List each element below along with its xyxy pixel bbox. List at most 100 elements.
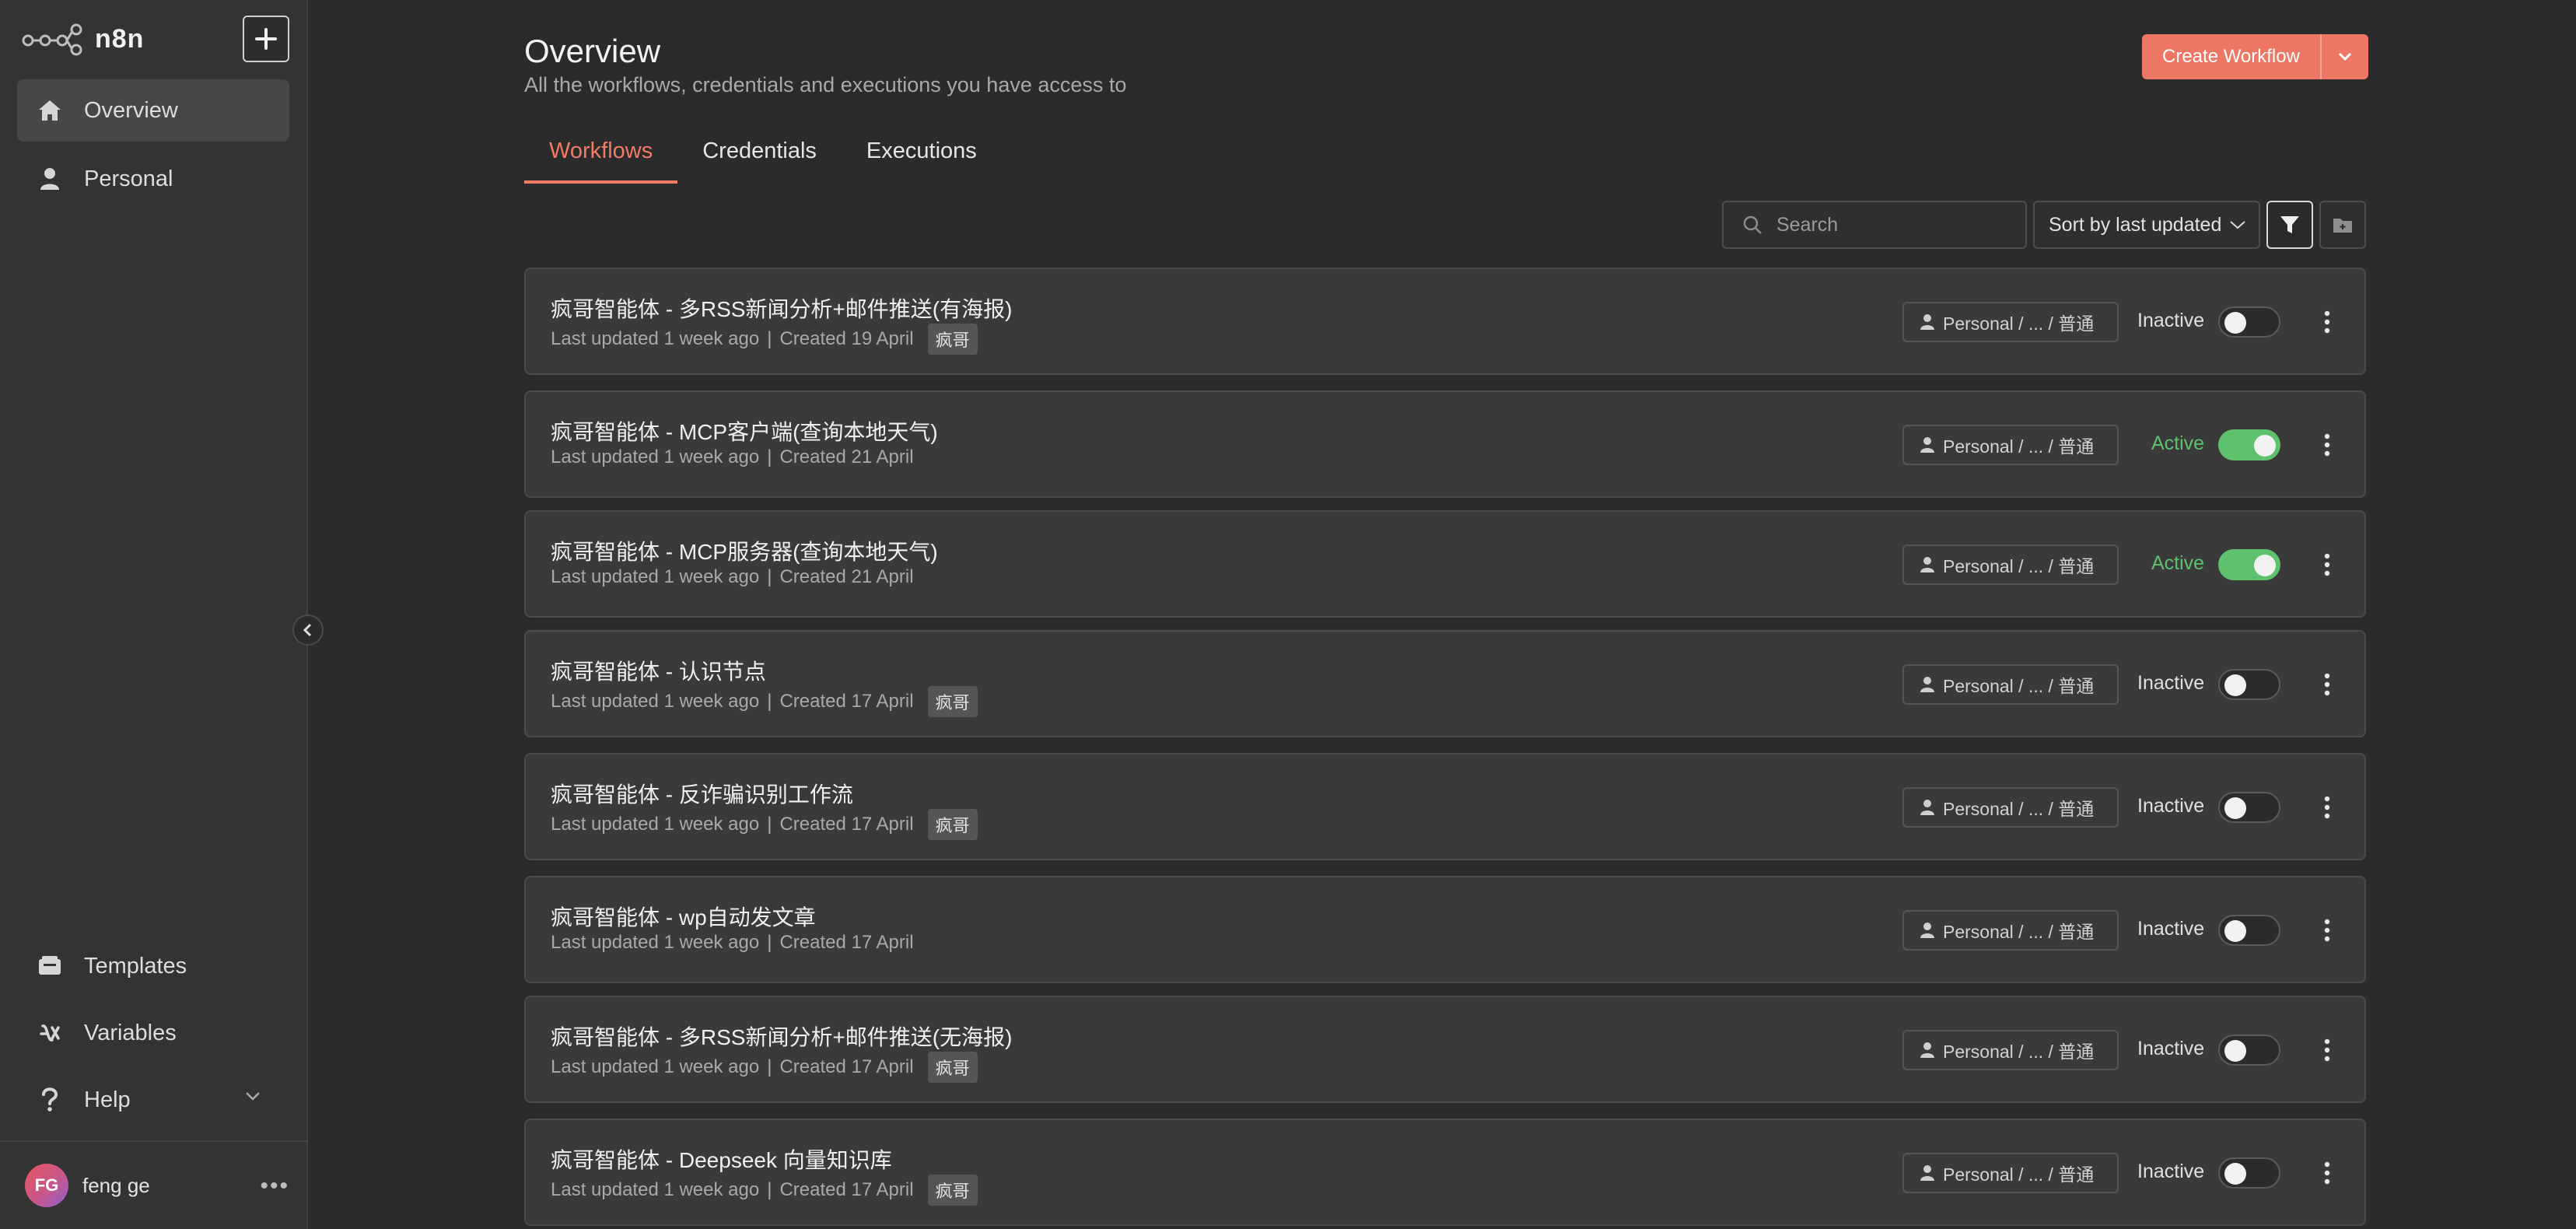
- workflow-owner-badge[interactable]: Personal / ... / 普通: [1902, 1153, 2119, 1193]
- user-icon: [1920, 437, 1934, 453]
- workflow-title[interactable]: 疯哥智能体 - MCP服务器(查询本地天气): [551, 535, 938, 566]
- sidebar-item-personal[interactable]: Personal: [17, 148, 289, 210]
- workflow-title[interactable]: 疯哥智能体 - 认识节点: [551, 655, 766, 686]
- tab-credentials[interactable]: Credentials: [677, 138, 842, 184]
- workflow-title[interactable]: 疯哥智能体 - 多RSS新闻分析+邮件推送(无海报): [551, 1021, 1012, 1052]
- workflow-owner-badge[interactable]: Personal / ... / 普通: [1902, 787, 2119, 828]
- workflow-active-toggle[interactable]: [2218, 429, 2280, 460]
- workflow-more-button[interactable]: [2312, 546, 2343, 583]
- toggle-knob: [2254, 555, 2276, 576]
- sidebar-item-templates[interactable]: Templates: [17, 935, 289, 997]
- workflow-owner-path: Personal / ... / 普通: [1943, 1164, 2095, 1185]
- workflow-updated: Last updated 1 week ago: [551, 566, 760, 587]
- sidebar-item-help[interactable]: Help: [17, 1069, 289, 1131]
- workflow-tag[interactable]: 疯哥: [927, 1052, 978, 1083]
- create-workflow-dropdown-button[interactable]: [2321, 34, 2368, 79]
- meta-separator: |: [767, 566, 772, 587]
- workflow-tag[interactable]: 疯哥: [927, 809, 978, 840]
- workflow-tag[interactable]: 疯哥: [927, 686, 978, 717]
- workflow-title[interactable]: 疯哥智能体 - wp自动发文章: [551, 901, 816, 932]
- workflow-owner-badge[interactable]: Personal / ... / 普通: [1902, 664, 2119, 705]
- workflow-owner-badge[interactable]: Personal / ... / 普通: [1902, 544, 2119, 585]
- sidebar-divider: [0, 1140, 308, 1142]
- workflow-card[interactable]: 疯哥智能体 - 反诈骗识别工作流 Last updated 1 week ago…: [524, 753, 2366, 860]
- chevron-down-icon: [2230, 221, 2246, 229]
- user-icon: [1920, 1042, 1934, 1058]
- collapse-sidebar-button[interactable]: [292, 614, 324, 646]
- workflow-card[interactable]: 疯哥智能体 - wp自动发文章 Last updated 1 week ago …: [524, 876, 2366, 983]
- workflow-tag[interactable]: 疯哥: [927, 1175, 978, 1206]
- workflow-meta: Last updated 1 week ago | Created 21 Apr…: [551, 446, 914, 468]
- workflow-owner-path: Personal / ... / 普通: [1943, 676, 2095, 696]
- workflow-more-button[interactable]: [2312, 666, 2343, 703]
- user-menu[interactable]: FG feng ge •••: [25, 1162, 289, 1209]
- workflow-meta: Last updated 1 week ago | Created 17 Apr…: [551, 1175, 978, 1206]
- sidebar-item-label: Overview: [84, 97, 178, 123]
- workflow-owner-path: Personal / ... / 普通: [1943, 436, 2095, 457]
- user-icon: [1920, 800, 1934, 815]
- workflow-owner-path: Personal / ... / 普通: [1943, 556, 2095, 576]
- workflow-meta: Last updated 1 week ago | Created 19 Apr…: [551, 324, 978, 355]
- workflow-created: Created 17 April: [779, 814, 914, 835]
- workflow-title[interactable]: 疯哥智能体 - Deepseek 向量知识库: [551, 1143, 892, 1175]
- workflow-active-toggle[interactable]: [2218, 1157, 2280, 1189]
- workflow-created: Created 17 April: [779, 1179, 914, 1200]
- sidebar-item-label: Variables: [84, 1020, 177, 1045]
- workflow-card[interactable]: 疯哥智能体 - MCP服务器(查询本地天气) Last updated 1 we…: [524, 510, 2366, 618]
- workflow-owner-badge[interactable]: Personal / ... / 普通: [1902, 910, 2119, 951]
- user-icon: [36, 165, 64, 193]
- workflow-more-button[interactable]: [2312, 1154, 2343, 1192]
- new-folder-button[interactable]: [2319, 201, 2366, 249]
- workflow-status: Active: [2151, 552, 2205, 574]
- workflow-more-button[interactable]: [2312, 912, 2343, 949]
- workflow-status: Inactive: [2137, 310, 2205, 331]
- sidebar: n8n Overview Personal Templates Variable…: [0, 0, 308, 1229]
- sort-select[interactable]: Sort by last updated: [2033, 201, 2260, 249]
- workflow-owner-path: Personal / ... / 普通: [1943, 1042, 2095, 1062]
- search-input[interactable]: [1776, 213, 2010, 236]
- sidebar-item-variables[interactable]: Variables: [17, 1002, 289, 1064]
- workflow-card[interactable]: 疯哥智能体 - 认识节点 Last updated 1 week ago | C…: [524, 630, 2366, 737]
- workflow-owner-badge[interactable]: Personal / ... / 普通: [1902, 425, 2119, 465]
- filter-button[interactable]: [2266, 201, 2313, 249]
- workflow-more-button[interactable]: [2312, 303, 2343, 341]
- more-vertical-icon: [2324, 919, 2330, 942]
- more-vertical-icon: [2324, 796, 2330, 819]
- create-workflow-button[interactable]: Create Workflow: [2142, 34, 2322, 79]
- workflow-title[interactable]: 疯哥智能体 - 多RSS新闻分析+邮件推送(有海报): [551, 292, 1012, 324]
- workflow-card[interactable]: 疯哥智能体 - 多RSS新闻分析+邮件推送(有海报) Last updated …: [524, 268, 2366, 375]
- sidebar-item-overview[interactable]: Overview: [17, 79, 289, 142]
- templates-icon: [36, 952, 64, 980]
- workflow-more-button[interactable]: [2312, 426, 2343, 464]
- workflow-more-button[interactable]: [2312, 1031, 2343, 1069]
- workflow-active-toggle[interactable]: [2218, 792, 2280, 823]
- workflow-title[interactable]: 疯哥智能体 - 反诈骗识别工作流: [551, 778, 853, 809]
- workflow-active-toggle[interactable]: [2218, 915, 2280, 946]
- add-new-button[interactable]: [243, 16, 289, 62]
- workflow-card[interactable]: 疯哥智能体 - MCP客户端(查询本地天气) Last updated 1 we…: [524, 390, 2366, 498]
- workflow-status: Inactive: [2137, 1161, 2205, 1182]
- avatar: FG: [25, 1164, 68, 1207]
- more-horizontal-icon[interactable]: •••: [260, 1173, 289, 1199]
- workflow-owner-badge[interactable]: Personal / ... / 普通: [1902, 1030, 2119, 1070]
- workflow-title[interactable]: 疯哥智能体 - MCP客户端(查询本地天气): [551, 415, 938, 446]
- workflow-active-toggle[interactable]: [2218, 669, 2280, 700]
- tab-workflows[interactable]: Workflows: [524, 138, 678, 184]
- toggle-knob: [2224, 674, 2246, 696]
- workflow-owner-path: Personal / ... / 普通: [1943, 922, 2095, 942]
- tab-executions[interactable]: Executions: [842, 138, 1002, 184]
- workflow-more-button[interactable]: [2312, 789, 2343, 826]
- user-name: feng ge: [82, 1173, 150, 1197]
- workflow-active-toggle[interactable]: [2218, 306, 2280, 338]
- brand[interactable]: n8n: [22, 17, 144, 61]
- workflow-updated: Last updated 1 week ago: [551, 691, 760, 712]
- workflow-active-toggle[interactable]: [2218, 549, 2280, 580]
- workflow-card[interactable]: 疯哥智能体 - Deepseek 向量知识库 Last updated 1 we…: [524, 1119, 2366, 1226]
- workflow-created: Created 21 April: [779, 566, 914, 587]
- workflow-active-toggle[interactable]: [2218, 1035, 2280, 1066]
- toggle-knob: [2224, 1040, 2246, 1062]
- workflow-tag[interactable]: 疯哥: [927, 324, 978, 355]
- workflow-owner-badge[interactable]: Personal / ... / 普通: [1902, 302, 2119, 342]
- sidebar-item-label: Personal: [84, 166, 173, 191]
- workflow-card[interactable]: 疯哥智能体 - 多RSS新闻分析+邮件推送(无海报) Last updated …: [524, 996, 2366, 1103]
